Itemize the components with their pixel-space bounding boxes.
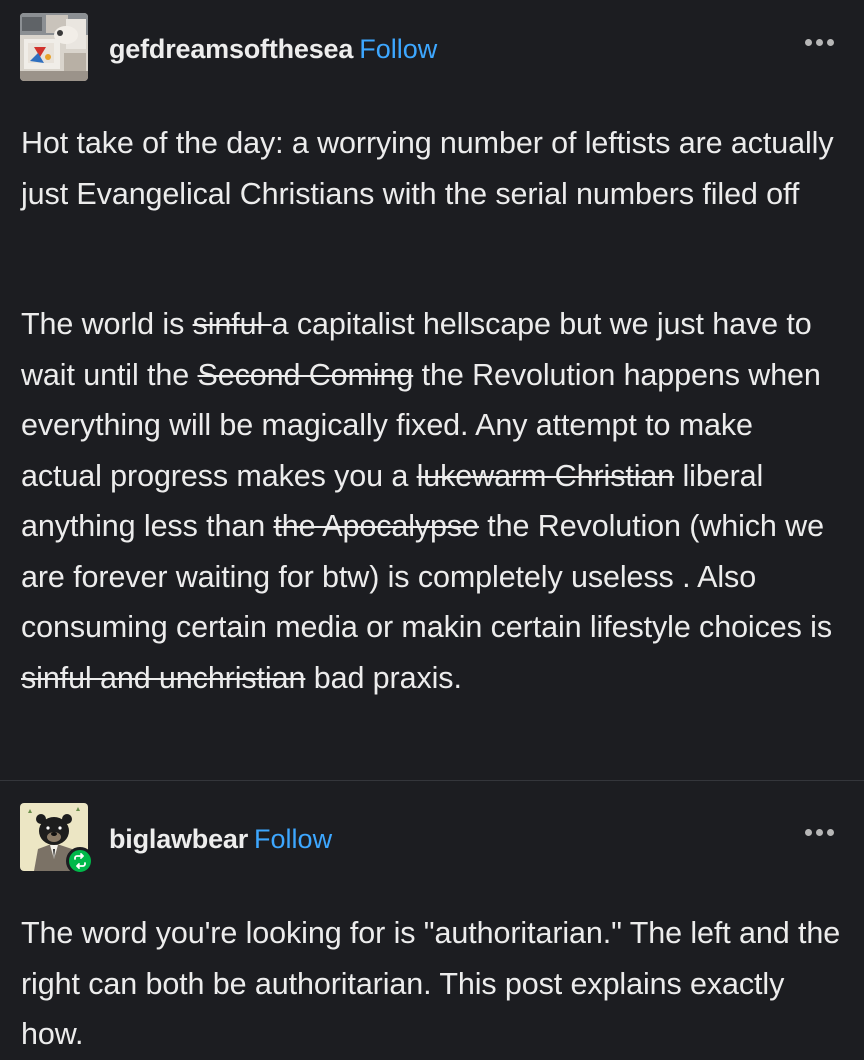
struck-text: the Apocalypse bbox=[273, 509, 479, 543]
post-paragraph-strikethrough: The world is sinful a capitalist hellsca… bbox=[21, 299, 841, 703]
post-paragraph: Hot take of the day: a worrying number o… bbox=[21, 126, 834, 211]
avatar[interactable] bbox=[20, 13, 88, 81]
dot bbox=[805, 39, 812, 46]
text-segment: bad praxis. bbox=[305, 660, 462, 695]
dot bbox=[816, 39, 823, 46]
reblog-icon bbox=[66, 847, 94, 875]
dot bbox=[827, 39, 834, 46]
follow-button[interactable]: Follow bbox=[359, 34, 437, 64]
dot bbox=[816, 829, 823, 836]
username[interactable]: gefdreamsofthesea bbox=[109, 34, 353, 64]
post-paragraph: The word you're looking for is "authorit… bbox=[21, 916, 841, 1051]
post-biglawbear: biglawbear Follow The word you're looking… bbox=[0, 781, 864, 1055]
avatar[interactable] bbox=[20, 803, 94, 875]
name-row: gefdreamsofthesea Follow bbox=[109, 33, 437, 65]
more-options-icon[interactable] bbox=[805, 39, 834, 46]
username[interactable]: biglawbear bbox=[109, 824, 248, 854]
more-options-icon[interactable] bbox=[805, 829, 834, 836]
struck-text: sinful bbox=[192, 307, 272, 341]
dot bbox=[805, 829, 812, 836]
painting-avatar-icon bbox=[20, 13, 88, 81]
struck-text: sinful and unchristian bbox=[21, 660, 306, 695]
name-row: biglawbear Follow bbox=[109, 823, 332, 855]
struck-text: lukewarm Christian bbox=[416, 458, 675, 493]
dot bbox=[827, 829, 834, 836]
post-gefdreamsofthesea: gefdreamsofthesea Follow Hot take of the … bbox=[0, 0, 864, 780]
post-header: biglawbear Follow bbox=[20, 803, 844, 875]
text-segment: The world is bbox=[21, 307, 193, 341]
struck-text: Second Coming bbox=[197, 357, 414, 392]
follow-button[interactable]: Follow bbox=[254, 824, 332, 854]
post-header: gefdreamsofthesea Follow bbox=[20, 13, 844, 83]
